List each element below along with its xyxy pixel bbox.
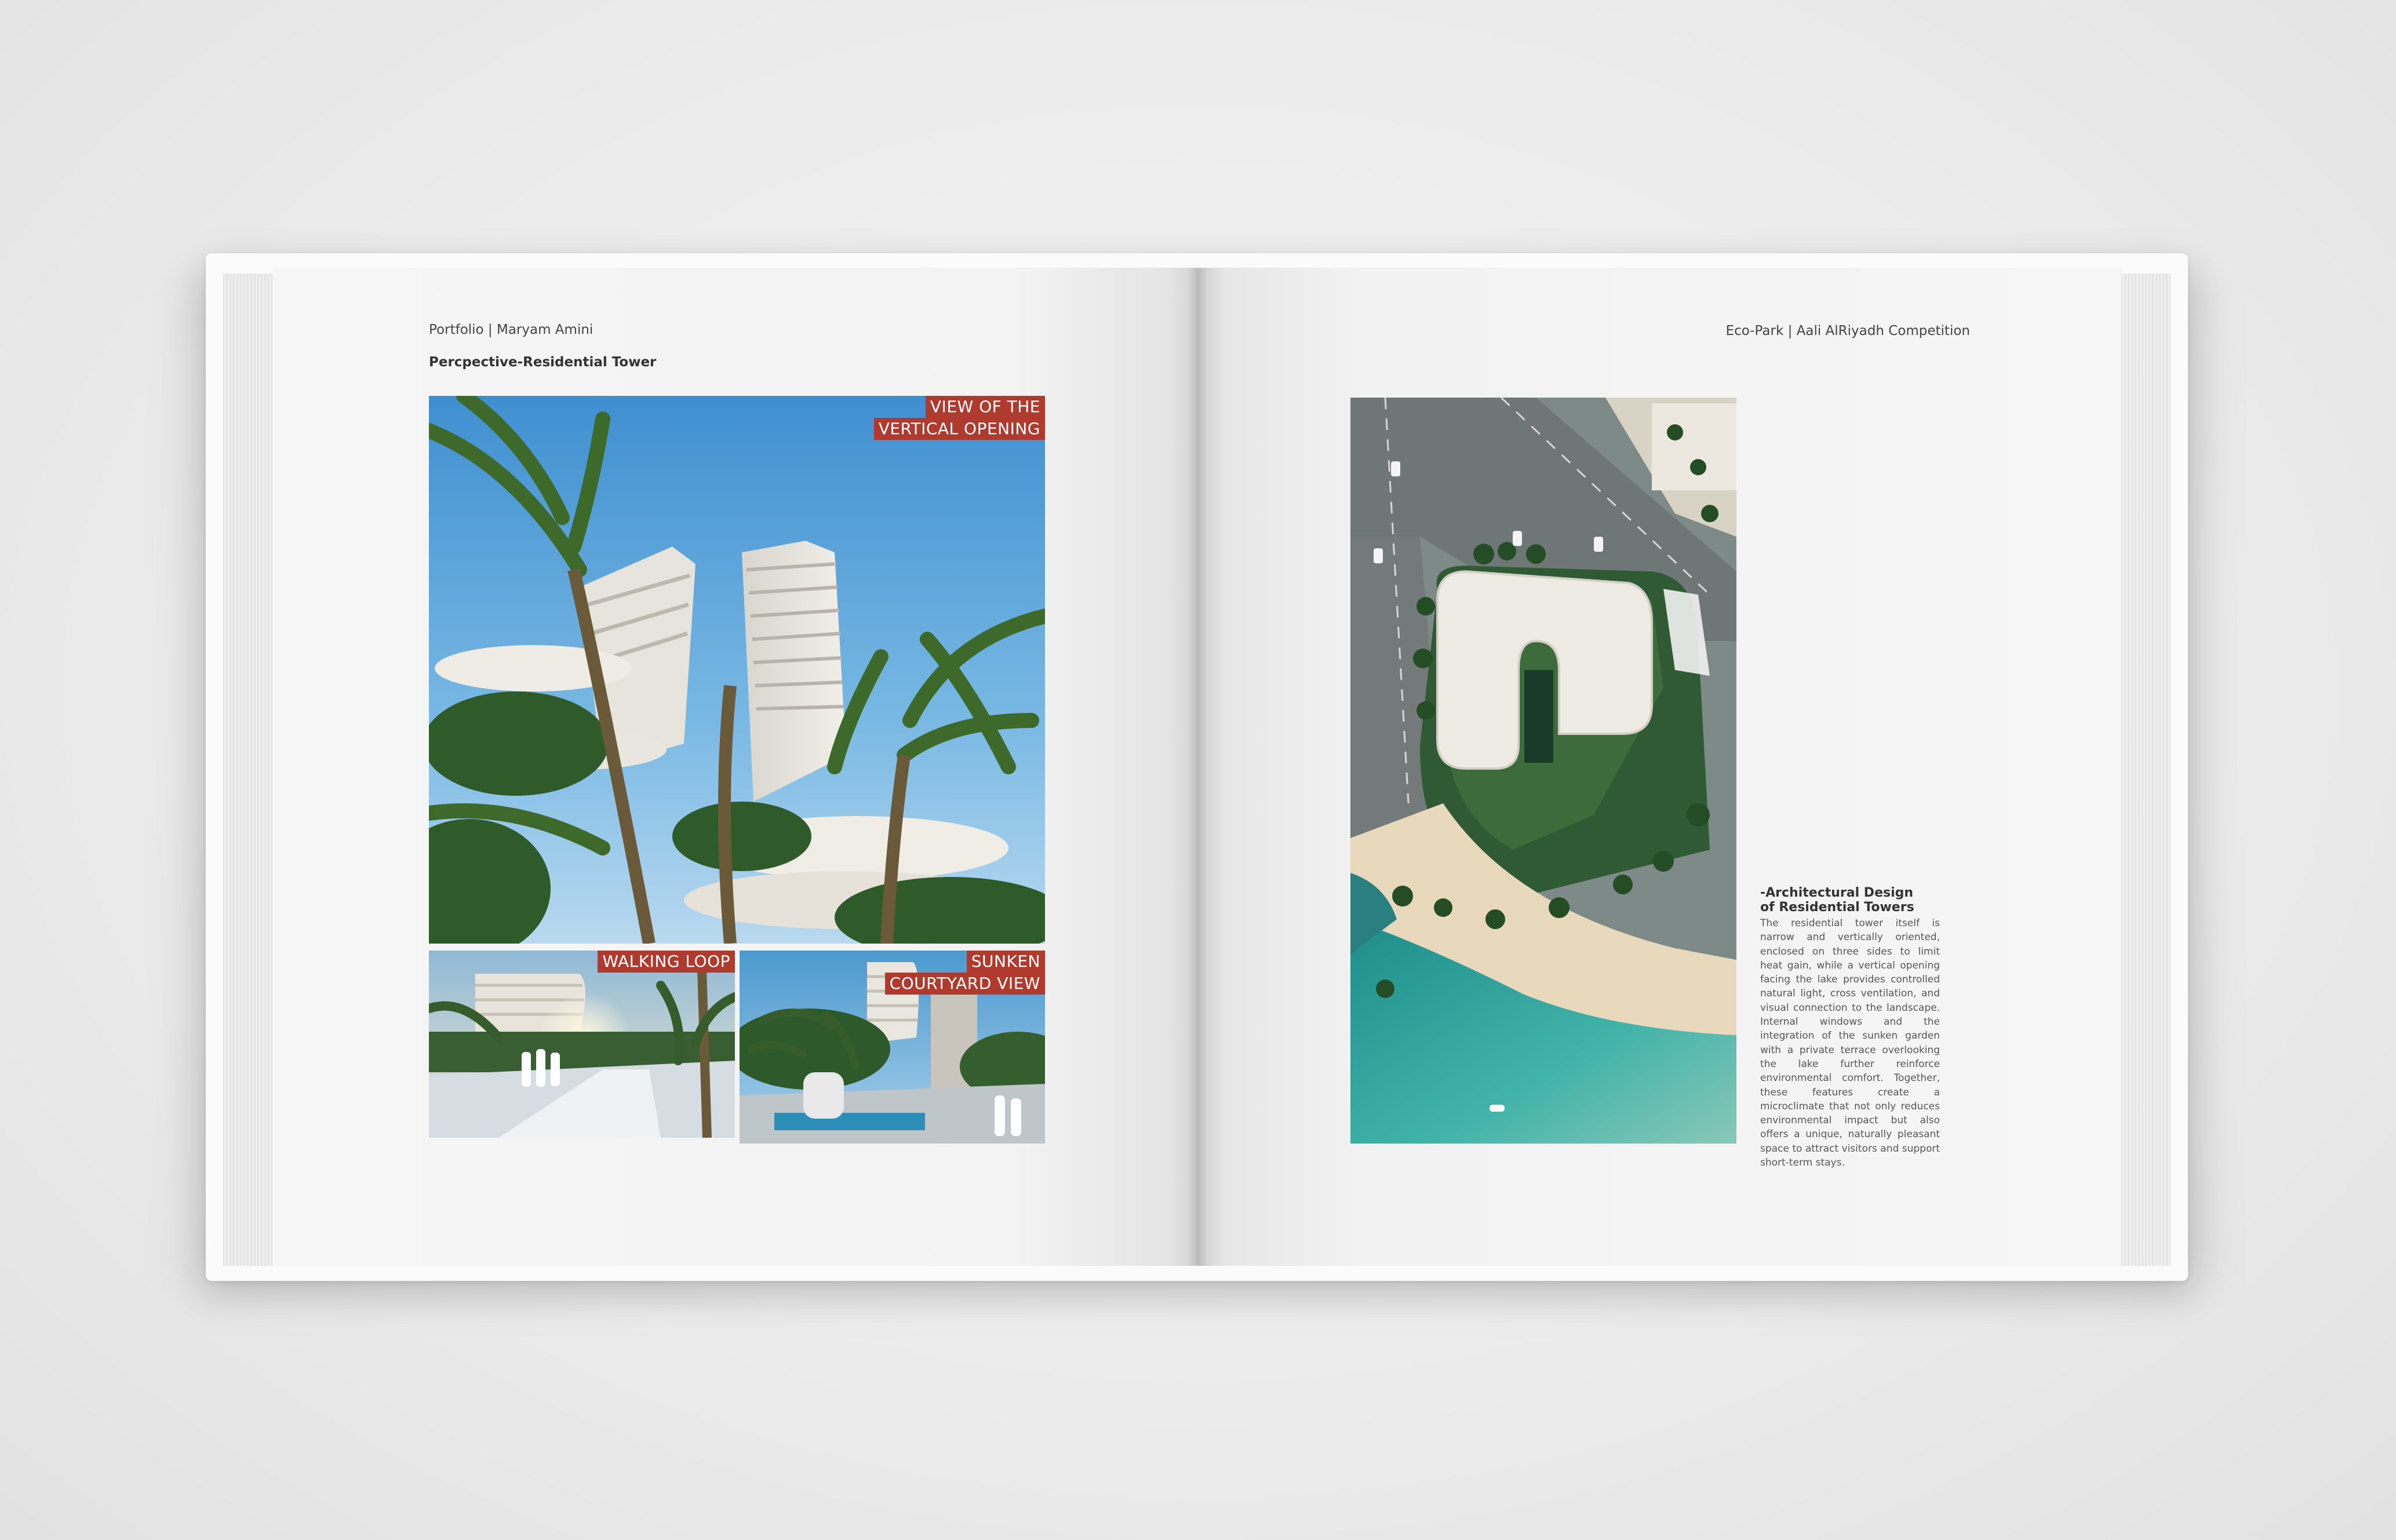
right-running-head: Eco-Park | Aali AlRiyadh Competition <box>1725 323 1970 338</box>
walking-loop-image: WALKING LOOP <box>429 951 735 1138</box>
sunken-courtyard-label-line1: SUNKEN <box>966 951 1045 973</box>
walking-loop-label: WALKING LOOP <box>598 951 735 973</box>
sunken-courtyard-image: SUNKEN COURTYARD VIEW <box>740 951 1045 1144</box>
section-title: Percpective-Residential Tower <box>429 355 657 370</box>
right-page-edges <box>2118 274 2171 1266</box>
left-running-head: Portfolio | Maryam Amini <box>429 322 593 337</box>
text-block-title-line1: -Architectural Design <box>1760 886 1914 900</box>
aerial-site-image <box>1350 398 1736 1144</box>
book-gutter <box>1188 268 1208 1266</box>
text-block-body: The residential tower itself is narrow a… <box>1760 918 1940 1169</box>
main-image-label-line1: VIEW OF THE <box>925 396 1045 418</box>
text-block-title: -Architectural Design of Residential Tow… <box>1760 886 1946 915</box>
sunken-courtyard-label-line2: COURTYARD VIEW <box>884 973 1045 995</box>
main-image-label-line2: VERTICAL OPENING <box>873 418 1045 440</box>
text-block-title-line2: of Residential Towers <box>1760 900 1914 915</box>
left-page-edges <box>223 274 275 1266</box>
main-perspective-image: VIEW OF THE VERTICAL OPENING <box>429 396 1045 944</box>
